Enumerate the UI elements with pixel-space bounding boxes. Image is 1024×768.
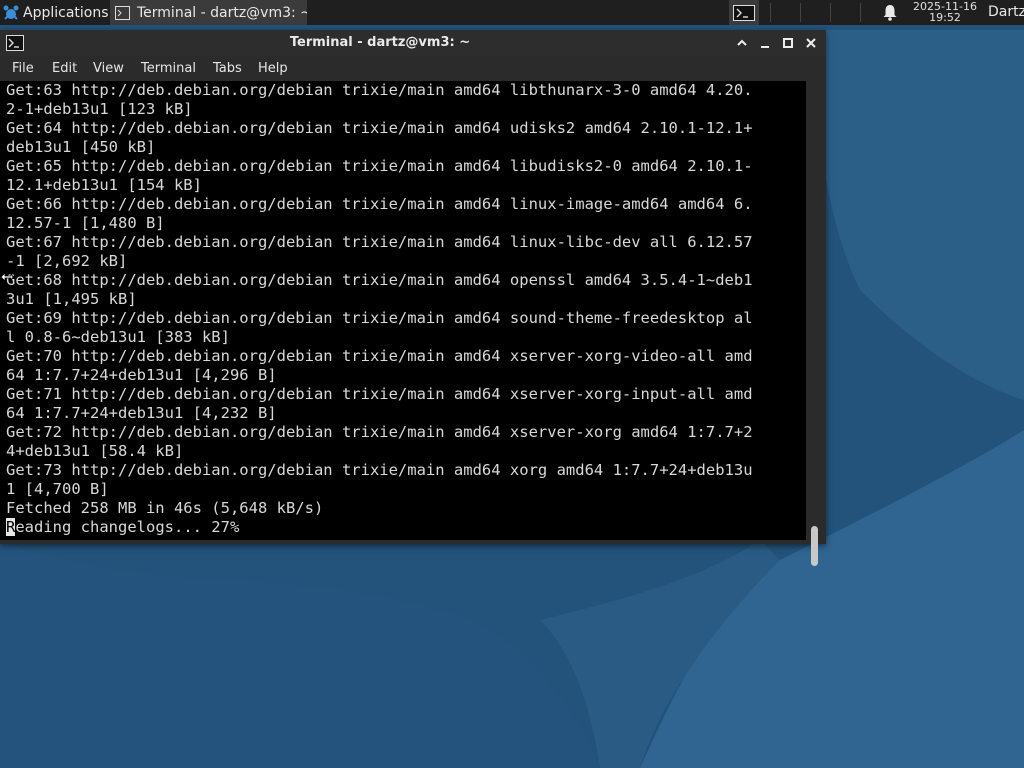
panel-separator — [830, 3, 831, 22]
chevron-up-icon — [737, 39, 747, 46]
terminal-cursor: R — [6, 518, 16, 536]
terminal-line: Get:63 http://deb.debian.org/debian trix… — [6, 81, 753, 99]
terminal-window: Terminal - dartz@vm3: ~ File Edit View T… — [0, 30, 826, 566]
terminal-line: Get:66 http://deb.debian.org/debian trix… — [6, 195, 753, 213]
menu-view[interactable]: View — [93, 61, 124, 76]
terminal-line: 3u1 [1,495 kB] — [6, 290, 137, 308]
applications-menu-label: Applications — [23, 4, 108, 21]
terminal-icon — [115, 5, 130, 20]
terminal-line: 64 1:7.7+24+deb13u1 [4,296 B] — [6, 366, 277, 384]
terminal-line: l 0.8-6~deb13u1 [383 kB] — [6, 328, 230, 346]
terminal-line: Get:70 http://deb.debian.org/debian trix… — [6, 347, 753, 365]
terminal-line: 64 1:7.7+24+deb13u1 [4,232 B] — [6, 404, 277, 422]
terminal-progress-line: Reading changelogs... 27% — [6, 518, 239, 537]
terminal-launcher-button[interactable] — [729, 0, 759, 25]
applications-menu-button[interactable]: Applications — [0, 0, 108, 25]
terminal-line: Get:69 http://deb.debian.org/debian trix… — [6, 309, 753, 327]
menu-bar: File Edit View Terminal Tabs Help — [0, 56, 826, 80]
maximize-button[interactable] — [779, 34, 797, 52]
mouse-pointer-icon — [0, 272, 14, 282]
terminal-line: Get:72 http://deb.debian.org/debian trix… — [6, 423, 753, 441]
terminal-line: Get:71 http://deb.debian.org/debian trix… — [6, 385, 753, 403]
scrollbar-thumb[interactable] — [811, 526, 818, 566]
close-button[interactable] — [802, 34, 820, 52]
maximize-up-button[interactable] — [733, 34, 751, 52]
window-titlebar[interactable]: Terminal - dartz@vm3: ~ — [0, 30, 826, 56]
terminal-line: 2-1+deb13u1 [123 kB] — [6, 100, 193, 118]
close-icon — [806, 38, 816, 48]
clock-time: 19:52 — [929, 11, 961, 24]
panel-separator — [770, 3, 771, 22]
menu-tabs[interactable]: Tabs — [213, 61, 242, 76]
xfce-mouse-logo-icon — [3, 5, 19, 20]
panel-separator — [860, 3, 861, 22]
terminal-output[interactable]: Get:63 http://deb.debian.org/debian trix… — [0, 81, 806, 540]
menu-terminal[interactable]: Terminal — [141, 61, 196, 76]
window-title: Terminal - dartz@vm3: ~ — [289, 35, 471, 50]
clock[interactable]: 2025-11-16 19:52 — [906, 1, 984, 23]
taskbar-item-terminal[interactable]: Terminal - dartz@vm3: ~ — [110, 0, 307, 25]
terminal-line: 12.1+deb13u1 [154 kB] — [6, 176, 202, 194]
bell-icon[interactable] — [882, 4, 898, 21]
terminal-line: 12.57-1 [1,480 B] — [6, 214, 165, 232]
terminal-line: Get:67 http://deb.debian.org/debian trix… — [6, 233, 753, 251]
menu-file[interactable]: File — [12, 61, 34, 76]
terminal-icon — [733, 4, 755, 21]
terminal-line: 4+deb13u1 [58.4 kB] — [6, 442, 184, 460]
terminal-line: -1 [2,692 kB] — [6, 252, 128, 270]
minimize-button[interactable] — [756, 34, 774, 52]
terminal-line: Get:64 http://deb.debian.org/debian trix… — [6, 119, 753, 137]
user-menu-button[interactable]: Dartz — [988, 4, 1024, 20]
terminal-progress-text: eading changelogs... 27% — [15, 518, 240, 536]
terminal-line: Fetched 258 MB in 46s (5,648 kB/s) — [6, 499, 324, 517]
top-panel: Applications Terminal - dartz@vm3: ~ 202… — [0, 0, 1024, 25]
minimize-icon — [761, 46, 769, 48]
terminal-line: Get:73 http://deb.debian.org/debian trix… — [6, 461, 753, 479]
taskbar-item-label: Terminal - dartz@vm3: ~ — [137, 4, 307, 21]
panel-separator — [800, 3, 801, 22]
maximize-icon — [783, 38, 793, 48]
menu-help[interactable]: Help — [258, 61, 288, 76]
terminal-scrollbar[interactable] — [806, 81, 826, 566]
terminal-line: 1 [4,700 B] — [6, 480, 109, 498]
terminal-line: Get:65 http://deb.debian.org/debian trix… — [6, 157, 753, 175]
terminal-line: deb13u1 [450 kB] — [6, 138, 156, 156]
menu-edit[interactable]: Edit — [52, 61, 77, 76]
terminal-line: Get:68 http://deb.debian.org/debian trix… — [6, 271, 753, 289]
